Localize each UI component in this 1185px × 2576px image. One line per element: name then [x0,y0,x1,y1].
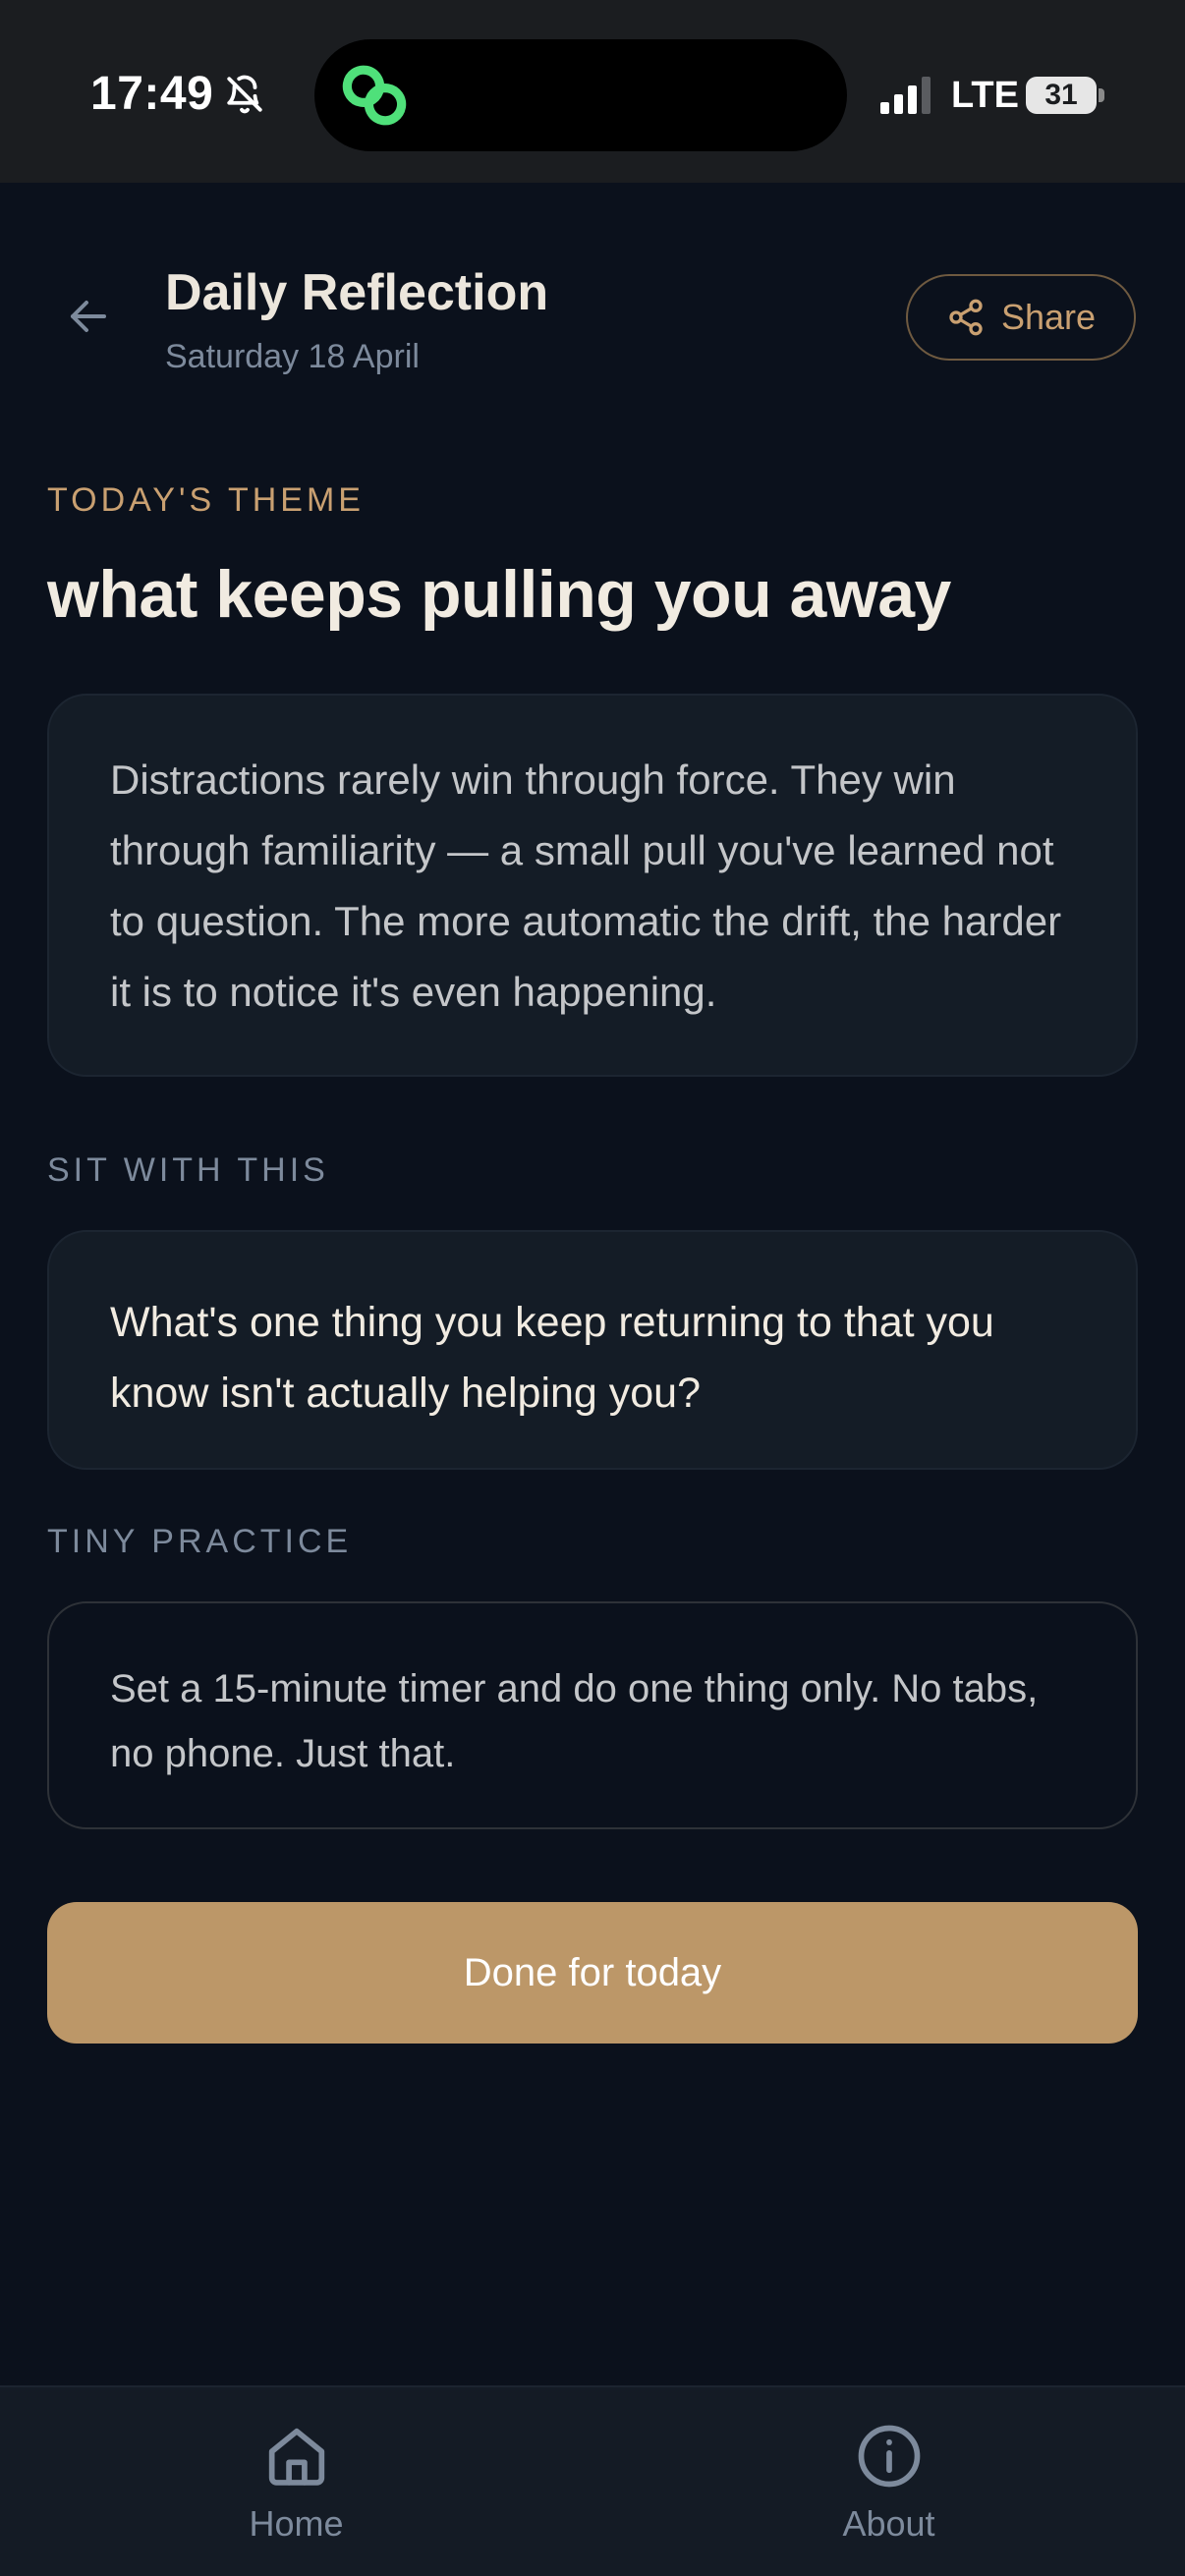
battery-level: 31 [1044,79,1078,111]
bottom-nav: Home About [0,2385,1185,2576]
network-label: LTE [951,75,1019,116]
page-title: Daily Reflection [165,264,549,321]
link-icon [342,65,407,126]
reflection-card: Distractions rarely win through force. T… [47,694,1138,1077]
battery-icon: 31 [1026,77,1097,114]
done-for-today-button[interactable]: Done for today [47,1902,1138,2044]
arrow-left-icon [71,301,106,332]
back-button[interactable] [51,279,126,354]
share-icon [949,299,983,336]
reflection-text: Distractions rarely win through force. T… [110,756,1062,1015]
practice-card: Set a 15-minute timer and do one thing o… [47,1601,1138,1829]
signal-icon [880,77,931,114]
theme-label: TODAY'S THEME [47,481,365,519]
practice-text: Set a 15-minute timer and do one thing o… [110,1667,1039,1775]
theme-title: what keeps pulling you away [47,557,951,632]
home-icon [268,2428,324,2486]
status-bar: 17:49 LTE 31 [0,0,1185,183]
question-card: What's one thing you keep returning to t… [47,1230,1138,1470]
tiny-practice-label: TINY PRACTICE [47,1523,353,1560]
page-date: Saturday 18 April [165,338,420,375]
nav-label-home: Home [249,2503,344,2544]
battery-cap [1099,88,1104,102]
nav-item-about[interactable]: About [592,2387,1185,2576]
bell-slash-icon [227,75,262,114]
share-label: Share [1000,297,1097,337]
nav-label-about: About [842,2503,935,2544]
sit-with-this-label: SIT WITH THIS [47,1151,329,1189]
question-text: What's one thing you keep returning to t… [110,1299,994,1417]
share-button[interactable]: Share [906,274,1136,361]
info-icon [858,2425,920,2488]
status-time: 17:49 [90,68,214,120]
nav-item-home[interactable]: Home [0,2387,592,2576]
